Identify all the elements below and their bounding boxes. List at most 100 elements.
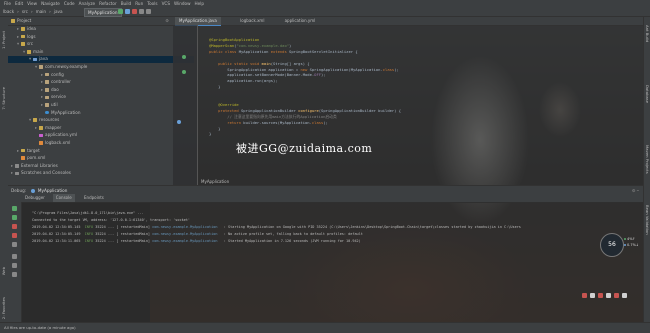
pin-icon[interactable] [12,272,17,277]
debug-subtab[interactable]: Debugger [22,194,48,202]
tree-item-label: External Libraries [21,162,58,168]
console-output[interactable]: "C:\Program Files\Java\jdk1.8.0_171\bin\… [22,202,643,322]
code-line[interactable]: SpringApplication application = new Spri… [209,66,398,72]
folder-icon [21,27,25,31]
code-token: "com.newsy.example.dao" [236,42,290,48]
debug-subtab[interactable]: Console [52,194,75,202]
editor-tabs: MyApplication.java logback.xml application… [173,17,643,26]
settings-icon[interactable]: ⚙ [165,17,169,25]
resume-icon[interactable] [12,215,17,220]
code-line[interactable]: } [209,84,220,89]
editor-tab[interactable]: logback.xml [236,17,268,25]
tray-icon[interactable] [590,293,595,298]
build-icon[interactable] [139,9,144,14]
tree-item[interactable]: ▾ com.newsy.example [8,64,200,71]
menu-item[interactable]: VCS [162,0,170,7]
menu-item[interactable]: Refactor [99,0,117,7]
code-line[interactable]: application.setBannerMode(Banner.Mode.OF… [209,72,325,77]
tray-icon[interactable] [582,293,587,298]
tree-item[interactable]: ▸ External Libraries [8,163,176,170]
menu-item[interactable]: Analyze [79,0,96,7]
menu-item[interactable]: View [27,0,37,7]
override-gutter-icon[interactable] [177,120,181,124]
run-config-select[interactable]: MyApplication [84,8,122,17]
tree-item-label: config [51,71,64,77]
camera-icon[interactable] [12,254,17,259]
debug-config-tab[interactable]: MyApplication [38,188,68,193]
editor-tab[interactable]: application.yml [281,17,320,25]
tree-item[interactable]: ▾ main [8,49,188,56]
tree-item[interactable]: ▸ idea [8,26,182,33]
mute-breakpoints-icon[interactable] [12,242,17,247]
code-line[interactable]: @Override [209,102,239,107]
structure-tool-tab[interactable]: 7: Structure [1,87,6,110]
code-line[interactable]: } [209,126,220,131]
debug-icon[interactable] [125,9,130,14]
breadcrumb-item[interactable]: java [54,7,63,16]
menu-item[interactable]: Tools [147,0,157,7]
tray-icon[interactable] [606,293,611,298]
debug-subtab[interactable]: Endpoints [81,194,107,202]
tree-item[interactable]: ▸ logs [8,34,182,41]
tree-item[interactable]: ▸ Scratches and Consoles [8,170,176,177]
code-line[interactable]: public class MyApplication extends Sprin… [209,49,358,54]
menu-item[interactable]: Help [195,0,205,7]
menu-item[interactable]: Edit [15,0,23,7]
menu-item[interactable]: Navigate [41,0,60,7]
stop-icon[interactable] [12,224,17,229]
code-line[interactable]: } [209,131,211,136]
search-icon[interactable] [146,9,151,14]
code-line[interactable]: @SpringBootApplication [209,37,259,42]
tree-item[interactable]: pom.xml [8,155,182,162]
breadcrumb-item[interactable]: main [36,7,46,16]
tree-item-label: controller [51,79,71,85]
menu-item[interactable]: Window [174,0,191,7]
network-monitor-badge[interactable]: 56 [600,233,624,257]
menu-item[interactable]: File [4,0,11,7]
tree-item[interactable]: application.yml [8,132,200,139]
breadcrumb-item[interactable]: src [22,7,28,16]
tree-item-label: MyApplication [51,109,81,115]
run-icon[interactable] [118,9,123,14]
right-tool-tab[interactable]: Ant Build [645,25,650,42]
run-gutter-icon[interactable] [182,55,186,59]
right-tool-tab[interactable]: Maven Projects [645,145,650,174]
code-token: SpringApplication(MyApplication. [309,66,383,72]
code-token: protected [209,107,242,113]
right-tool-tab[interactable]: Bean Validation [645,205,650,235]
right-tool-tab[interactable]: Database [645,85,650,103]
breadcrumb-separator-icon: › [49,9,51,14]
tree-item[interactable]: ▸ mapper [8,125,200,132]
library-icon [15,171,19,176]
favorites-tool-tab[interactable]: 2: Favorites [1,297,6,319]
tree-item-label: main [33,48,44,54]
breakpoints-icon[interactable] [12,233,17,238]
tree-item[interactable]: ▸ target [8,148,182,155]
menu-item[interactable]: Run [135,0,143,7]
tray-icon[interactable] [622,293,627,298]
web-tool-tab[interactable]: Web [1,267,6,275]
menu-item[interactable]: Build [121,0,132,7]
tray-icon[interactable] [598,293,603,298]
editor-breadcrumb[interactable]: MyApplication [201,179,229,184]
tree-item[interactable]: ▾ resources [8,117,194,124]
tree-item[interactable]: logback.xml [8,140,200,147]
tray-icon[interactable] [614,293,619,298]
log-message: Connected to the target VM, address: '12… [32,218,191,222]
code-token: public static void [209,60,262,66]
code-line[interactable]: protected SpringApplicationBuilder confi… [209,108,401,113]
tree-item[interactable]: ▾ java [8,56,194,63]
stop-icon[interactable] [132,9,137,14]
breadcrumb-item[interactable]: lback [3,7,14,16]
code-line[interactable]: public static void main(String[] args) { [209,60,309,66]
project-tool-tab[interactable]: 1: Project [1,31,6,49]
code-line[interactable]: // 注意这里要指向原先用main方法执行的Application启动类 [209,114,337,119]
menu-item[interactable]: Code [64,0,75,7]
run-gutter-icon[interactable] [182,70,186,74]
code-line[interactable]: @MapperScan("com.newsy.example.dao") [209,43,291,48]
code-line[interactable]: application.run(args); [209,78,277,83]
settings-icon[interactable] [12,263,17,268]
rerun-icon[interactable] [12,206,17,211]
tree-item[interactable]: ▾ src [8,41,182,48]
code-line[interactable]: return builder.sources(MyApplication.cla… [209,120,328,125]
